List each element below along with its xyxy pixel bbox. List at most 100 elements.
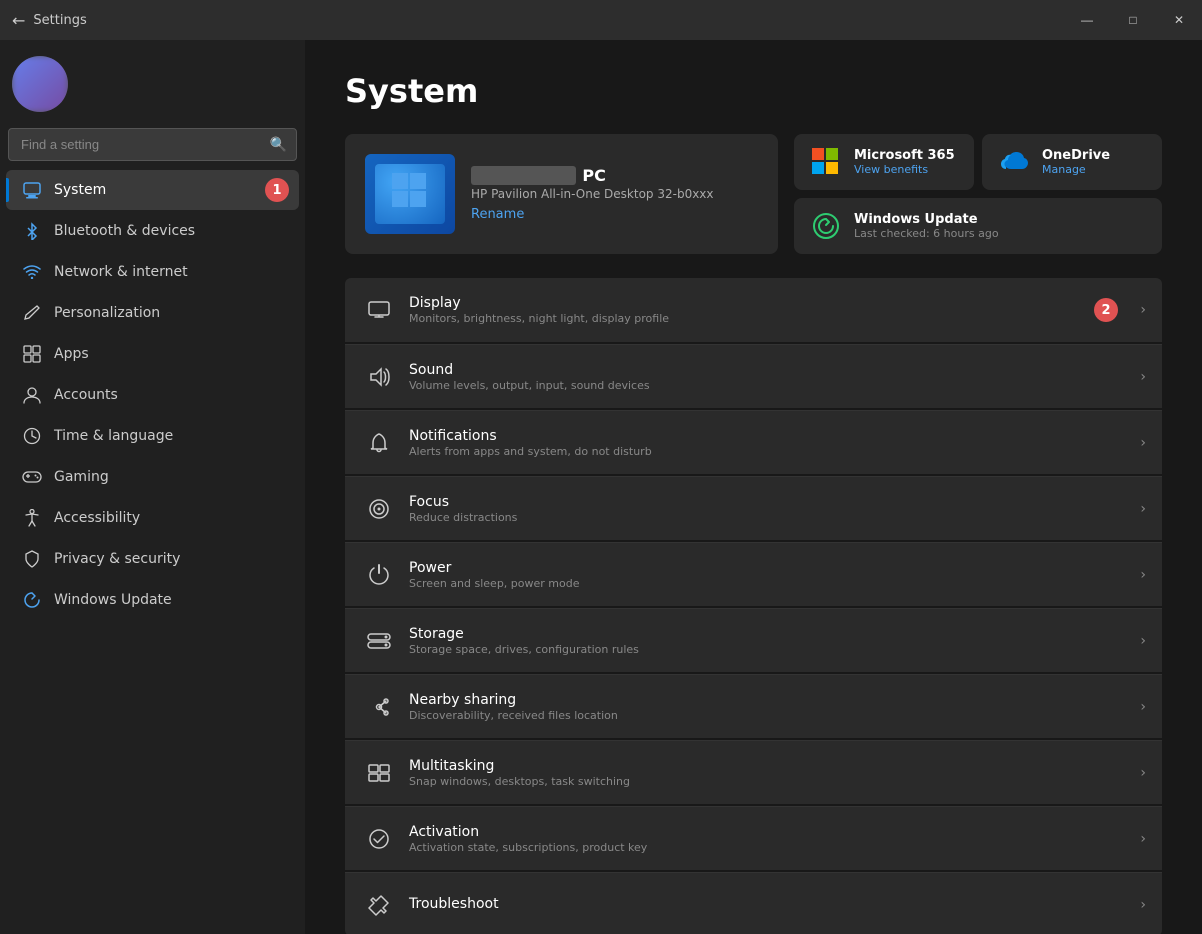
pc-model: HP Pavilion All-in-One Desktop 32-b0xxx	[471, 187, 714, 201]
service-card-ms365[interactable]: Microsoft 365 View benefits	[794, 134, 974, 190]
pc-card: redacted PC HP Pavilion All-in-One Deskt…	[345, 134, 778, 254]
settings-item-activation[interactable]: Activation Activation state, subscriptio…	[345, 806, 1162, 870]
personalization-icon	[22, 303, 42, 323]
sidebar-item-accessibility-label: Accessibility	[54, 510, 140, 526]
sidebar-item-privacy-label: Privacy & security	[54, 551, 180, 567]
window-title: Settings	[33, 13, 86, 28]
apps-icon	[22, 344, 42, 364]
settings-item-multitasking[interactable]: Multitasking Snap windows, desktops, tas…	[345, 740, 1162, 804]
multitasking-chevron: ›	[1140, 765, 1146, 781]
troubleshoot-icon	[361, 887, 397, 923]
sidebar-item-privacy[interactable]: Privacy & security	[6, 539, 299, 579]
service-card-onedrive[interactable]: OneDrive Manage	[982, 134, 1162, 190]
sidebar-nav: System 1 Bluetooth & devices	[0, 169, 305, 621]
settings-item-notifications[interactable]: Notifications Alerts from apps and syste…	[345, 410, 1162, 474]
sidebar-item-network-label: Network & internet	[54, 264, 188, 280]
storage-icon	[361, 623, 397, 659]
storage-chevron: ›	[1140, 633, 1146, 649]
sidebar-item-accounts[interactable]: Accounts	[6, 375, 299, 415]
content-area: 🔍 System 1	[0, 40, 1202, 934]
maximize-button[interactable]: □	[1110, 0, 1156, 40]
titlebar: ← Settings — □ ✕	[0, 0, 1202, 40]
search-input[interactable]	[8, 128, 297, 161]
settings-item-sound[interactable]: Sound Volume levels, output, input, soun…	[345, 344, 1162, 408]
main-content: System	[305, 40, 1202, 934]
pc-image	[365, 154, 455, 234]
power-text: Power Screen and sleep, power mode	[409, 560, 1140, 590]
settings-item-troubleshoot[interactable]: Troubleshoot ›	[345, 872, 1162, 934]
nearby-icon	[361, 689, 397, 725]
search-icon: 🔍	[270, 137, 287, 153]
accessibility-icon	[22, 508, 42, 528]
sidebar-item-system-label: System	[54, 182, 106, 198]
sound-icon	[361, 359, 397, 395]
privacy-icon	[22, 549, 42, 569]
settings-item-power[interactable]: Power Screen and sleep, power mode ›	[345, 542, 1162, 606]
avatar	[12, 56, 68, 112]
sidebar-item-system[interactable]: System 1	[6, 170, 299, 210]
sound-chevron: ›	[1140, 369, 1146, 385]
close-button[interactable]: ✕	[1156, 0, 1202, 40]
settings-item-storage[interactable]: Storage Storage space, drives, configura…	[345, 608, 1162, 672]
notifications-icon	[361, 425, 397, 461]
pc-info: redacted PC HP Pavilion All-in-One Deskt…	[471, 166, 714, 222]
pc-image-inner	[375, 164, 445, 224]
settings-item-nearby[interactable]: Nearby sharing Discoverability, received…	[345, 674, 1162, 738]
sidebar-item-winupdate[interactable]: Windows Update	[6, 580, 299, 620]
page-title: System	[345, 72, 1162, 110]
sidebar-item-accessibility[interactable]: Accessibility	[6, 498, 299, 538]
sidebar-item-winupdate-label: Windows Update	[54, 592, 172, 608]
power-chevron: ›	[1140, 567, 1146, 583]
sidebar-item-bluetooth[interactable]: Bluetooth & devices	[6, 211, 299, 251]
settings-list: Display Monitors, brightness, night ligh…	[345, 278, 1162, 934]
titlebar-left: ← Settings	[12, 11, 87, 30]
minimize-button[interactable]: —	[1064, 0, 1110, 40]
sound-text: Sound Volume levels, output, input, soun…	[409, 362, 1140, 392]
sidebar-item-personalization-label: Personalization	[54, 305, 160, 321]
network-icon	[22, 262, 42, 282]
nearby-chevron: ›	[1140, 699, 1146, 715]
pc-name: redacted PC	[471, 166, 714, 185]
sidebar-item-network[interactable]: Network & internet	[6, 252, 299, 292]
sidebar-item-time[interactable]: Time & language	[6, 416, 299, 456]
winupdate-icon	[22, 590, 42, 610]
sidebar-item-personalization[interactable]: Personalization	[6, 293, 299, 333]
activation-text: Activation Activation state, subscriptio…	[409, 824, 1140, 854]
activation-icon	[361, 821, 397, 857]
display-icon	[361, 292, 397, 328]
troubleshoot-text: Troubleshoot	[409, 896, 1140, 913]
service-cards: Microsoft 365 View benefits	[794, 134, 1162, 254]
pc-rename-link[interactable]: Rename	[471, 207, 714, 222]
ms365-info: Microsoft 365 View benefits	[854, 148, 955, 176]
focus-icon	[361, 491, 397, 527]
activation-chevron: ›	[1140, 831, 1146, 847]
back-icon[interactable]: ←	[12, 11, 25, 30]
focus-text: Focus Reduce distractions	[409, 494, 1140, 524]
sidebar: 🔍 System 1	[0, 40, 305, 934]
sidebar-item-apps-label: Apps	[54, 346, 89, 362]
display-text: Display Monitors, brightness, night ligh…	[409, 295, 1140, 325]
notifications-text: Notifications Alerts from apps and syste…	[409, 428, 1140, 458]
sidebar-item-apps[interactable]: Apps	[6, 334, 299, 374]
sidebar-item-bluetooth-label: Bluetooth & devices	[54, 223, 195, 239]
nearby-text: Nearby sharing Discoverability, received…	[409, 692, 1140, 722]
focus-chevron: ›	[1140, 501, 1146, 517]
accounts-icon	[22, 385, 42, 405]
troubleshoot-chevron: ›	[1140, 897, 1146, 913]
annotation-2: 2	[1094, 298, 1118, 322]
annotation-1: 1	[265, 178, 289, 202]
onedrive-icon	[998, 146, 1030, 178]
search-box: 🔍	[8, 128, 297, 161]
top-section: redacted PC HP Pavilion All-in-One Deskt…	[345, 134, 1162, 254]
settings-item-display[interactable]: Display Monitors, brightness, night ligh…	[345, 278, 1162, 342]
winupdate-service-info: Windows Update Last checked: 6 hours ago	[854, 212, 999, 240]
notifications-chevron: ›	[1140, 435, 1146, 451]
sidebar-item-accounts-label: Accounts	[54, 387, 118, 403]
sidebar-item-time-label: Time & language	[54, 428, 173, 444]
power-icon	[361, 557, 397, 593]
multitasking-icon	[361, 755, 397, 791]
service-card-winupdate[interactable]: Windows Update Last checked: 6 hours ago	[794, 198, 1162, 254]
settings-item-focus[interactable]: Focus Reduce distractions ›	[345, 476, 1162, 540]
sidebar-item-gaming[interactable]: Gaming	[6, 457, 299, 497]
gaming-icon	[22, 467, 42, 487]
